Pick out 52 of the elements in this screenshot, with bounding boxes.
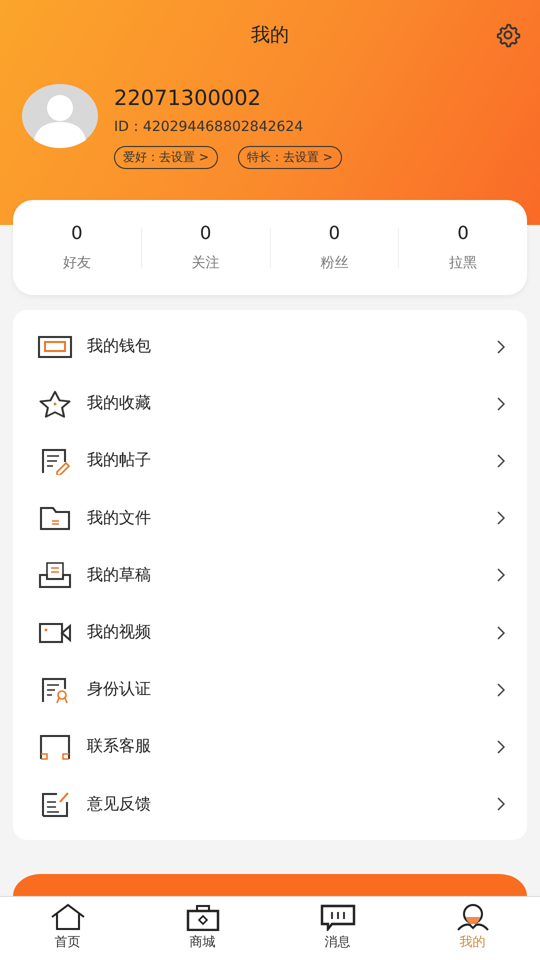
- menu-item[interactable]: 联系客服: [13, 718, 527, 776]
- menu-label: 我的草稿: [87, 564, 152, 586]
- stat-label[interactable]: 好友: [62, 254, 91, 272]
- stat-label[interactable]: 粉丝: [320, 254, 348, 272]
- menu-label: 身份认证: [87, 679, 152, 700]
- menu-label: 我的视频: [87, 622, 152, 644]
- tag-setting-button[interactable]: 爱好：去设置 >: [114, 146, 218, 169]
- chevron-icon: [497, 797, 505, 812]
- home-icon: [50, 903, 86, 931]
- stat-value[interactable]: 0: [328, 223, 340, 244]
- tab-item[interactable]: 消息: [270, 897, 405, 960]
- chevron-icon: [497, 740, 505, 754]
- tag-setting-button[interactable]: 特长：去设置 >: [238, 146, 342, 169]
- tab-item[interactable]: 商城: [135, 897, 270, 960]
- chevron-icon: [497, 340, 505, 354]
- menu-item[interactable]: 我的收藏: [13, 375, 527, 432]
- page-title: 我的: [251, 23, 289, 48]
- folder-icon: [37, 504, 73, 532]
- username: 22071300002: [114, 85, 262, 112]
- menu-item[interactable]: 我的钱包: [13, 318, 527, 376]
- menu-item[interactable]: 意见反馈: [13, 776, 527, 833]
- stat-value[interactable]: 0: [71, 223, 83, 244]
- chevron-icon: [497, 626, 505, 640]
- tray-icon: [37, 561, 73, 590]
- settings-icon[interactable]: [495, 22, 521, 48]
- stat-value[interactable]: 0: [200, 223, 212, 244]
- avatar[interactable]: [22, 84, 98, 148]
- chevron-icon: [497, 454, 505, 468]
- tab-item[interactable]: 首页: [0, 897, 135, 960]
- chevron-icon: [497, 682, 505, 697]
- chevron-icon: [497, 511, 505, 526]
- menu-item[interactable]: 我的视频: [13, 604, 527, 662]
- user-icon: [454, 903, 490, 931]
- menu-item[interactable]: 我的文件: [13, 490, 527, 547]
- menu-label: 我的钱包: [87, 336, 152, 358]
- star-icon: [37, 390, 73, 418]
- menu-label: 我的文件: [87, 508, 152, 529]
- chevron-icon: [497, 568, 505, 582]
- menu-label: 我的帖子: [87, 450, 152, 472]
- message-icon: [320, 903, 356, 931]
- menu-item[interactable]: 我的帖子: [13, 432, 527, 490]
- stat-value[interactable]: 0: [457, 223, 469, 244]
- stat-label[interactable]: 关注: [192, 254, 220, 272]
- menu-item[interactable]: 身份认证: [13, 661, 527, 718]
- menu-item[interactable]: 我的草稿: [13, 546, 527, 604]
- chevron-icon: [497, 396, 505, 411]
- menu-label: 我的收藏: [87, 393, 152, 414]
- menu-label: 联系客服: [87, 736, 152, 758]
- user-id: ID：420294468802842624: [114, 118, 304, 136]
- menu-label: 意见反馈: [87, 794, 152, 815]
- stat-label[interactable]: 拉黑: [449, 254, 478, 272]
- bag-icon: [184, 903, 220, 931]
